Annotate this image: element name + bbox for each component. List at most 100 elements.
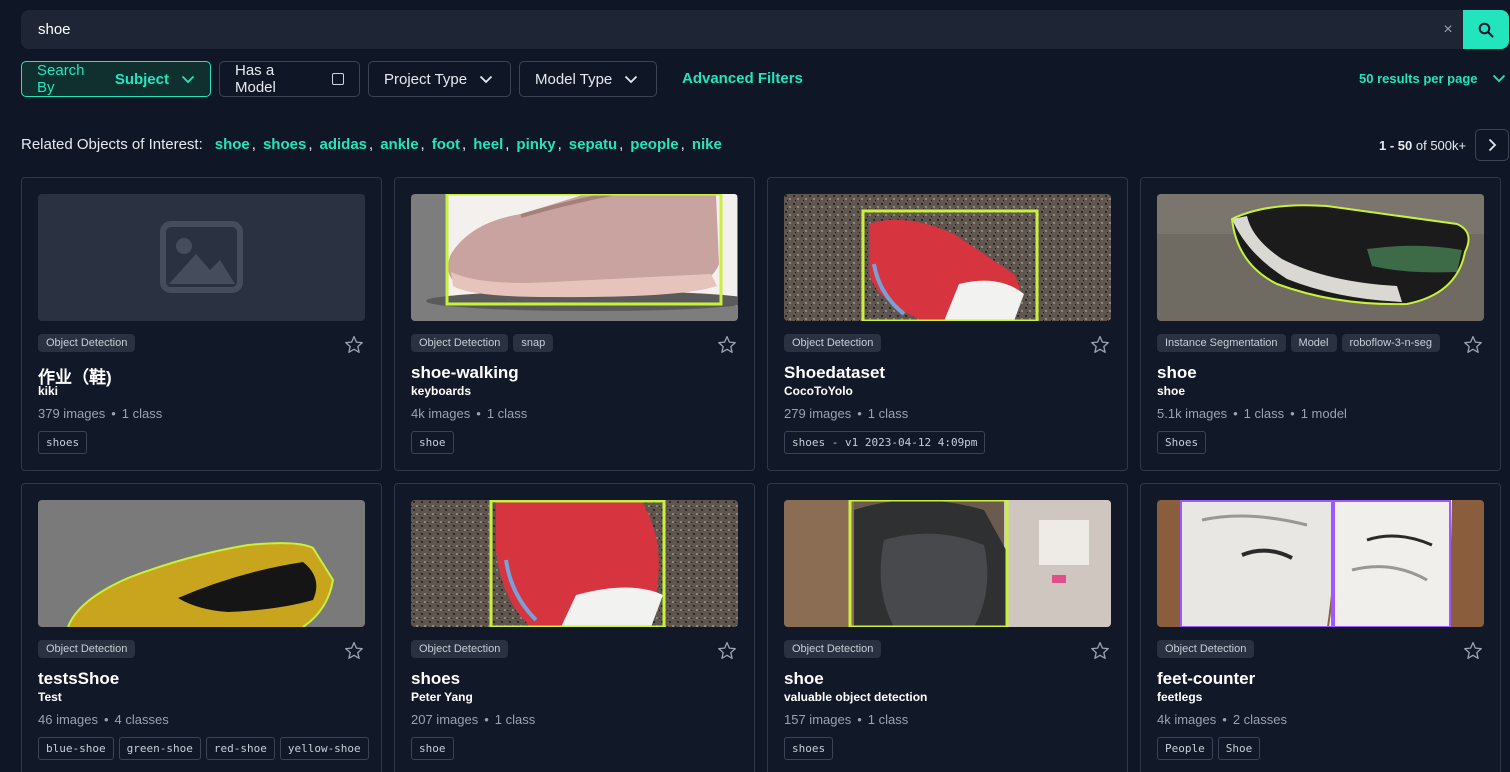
related-link[interactable]: pinky [516,136,555,153]
has-model-checkbox[interactable] [332,73,344,85]
card-badges: Object Detection [38,334,136,352]
project-title[interactable]: shoes [411,669,460,689]
image-count: 5.1k images [1157,406,1228,421]
search-by-dropdown[interactable]: Search By Subject [21,61,211,97]
project-card[interactable]: Object Detection testsShoe Test 46 image… [21,483,382,772]
project-owner[interactable]: feetlegs [1157,690,1202,704]
image-count: 4k images [1157,712,1217,727]
project-owner[interactable]: kiki [38,384,58,398]
has-model-filter[interactable]: Has a Model [219,61,360,97]
star-icon[interactable] [344,335,364,354]
search-bar: × [21,10,1509,49]
star-icon[interactable] [344,641,364,660]
class-tag: Shoes [1157,431,1207,454]
project-title[interactable]: Shoedataset [784,363,885,383]
project-type-badge: Object Detection [784,640,882,658]
related-link[interactable]: heel [473,136,503,153]
related-objects: Related Objects of Interest: shoe, shoes… [21,136,722,153]
project-title[interactable]: shoe [1157,363,1197,383]
related-link[interactable]: nike [692,136,722,153]
project-owner[interactable]: keyboards [411,384,471,398]
related-link[interactable]: adidas [319,136,367,153]
results-per-page-dropdown[interactable]: 50 results per page [1359,71,1506,86]
project-type-badge: Instance Segmentation [1157,334,1286,352]
card-badges: Object Detection [1157,640,1255,658]
card-tags: Shoes [1157,431,1207,454]
card-tags: shoes [784,737,834,760]
class-count: 1 class [867,406,909,421]
class-count: 1 class [1243,406,1285,421]
project-thumbnail [1157,194,1484,321]
close-icon: × [1443,20,1453,38]
card-badges: Object Detection [784,334,882,352]
project-owner[interactable]: shoe [1157,384,1185,398]
chevron-right-icon [1488,138,1496,152]
image-count: 279 images [784,406,852,421]
star-icon[interactable] [717,641,737,660]
image-count: 4k images [411,406,471,421]
star-icon[interactable] [1090,641,1110,660]
project-card[interactable]: Object Detection snap shoe-walking keybo… [394,177,755,471]
card-badges: Object Detection [38,640,136,658]
project-type-label: Project Type [384,70,468,88]
class-count: 1 class [486,406,528,421]
pagination-range-value: 1 - 50 [1379,138,1413,153]
project-type-badge: Object Detection [1157,640,1255,658]
project-stats: 379 images • 1 class [38,406,163,421]
card-badges: Object Detection snap [411,334,554,352]
class-count: 1 class [867,712,909,727]
related-link[interactable]: ankle [380,136,418,153]
project-owner[interactable]: Test [38,690,62,704]
card-tags: People Shoe [1157,737,1261,760]
advanced-filters-link[interactable]: Advanced Filters [682,70,803,87]
project-stats: 4k images • 2 classes [1157,712,1288,727]
project-card[interactable]: Object Detection 作业（鞋) kiki 379 images • 1… [21,177,382,471]
class-count: 1 class [494,712,536,727]
related-link[interactable]: shoe [215,136,250,153]
has-model-label: Has a Model [235,62,276,96]
model-type-dropdown[interactable]: Model Type [519,61,657,97]
related-link[interactable]: foot [432,136,460,153]
star-icon[interactable] [717,335,737,354]
chevron-down-icon [624,75,638,84]
project-owner[interactable]: Peter Yang [411,690,473,704]
project-title[interactable]: shoe [784,669,824,689]
search-by-label: Search By [37,62,85,96]
image-count: 46 images [38,712,98,727]
search-input[interactable] [21,10,1421,49]
search-by-value: Subject [114,70,169,88]
project-thumbnail [38,500,365,627]
project-stats: 279 images • 1 class [784,406,909,421]
next-page-button[interactable] [1475,129,1509,161]
star-icon[interactable] [1090,335,1110,354]
project-card[interactable]: Instance Segmentation Model roboflow-3-n… [1140,177,1501,471]
project-type-dropdown[interactable]: Project Type [368,61,511,97]
related-link[interactable]: shoes [263,136,306,153]
project-card[interactable]: Object Detection shoes Peter Yang 207 im… [394,483,755,772]
search-icon [1478,22,1494,37]
project-type-badge: Object Detection [411,640,509,658]
star-icon[interactable] [1463,641,1483,660]
project-card[interactable]: Object Detection feet-counter feetlegs 4… [1140,483,1501,772]
clear-search-button[interactable]: × [1433,10,1463,49]
card-tags: shoes - v1 2023-04-12 4:09pm [784,431,986,454]
card-badges: Object Detection [411,640,509,658]
project-title[interactable]: testsShoe [38,669,119,689]
project-card[interactable]: Object Detection Shoedataset CocoToYolo … [767,177,1128,471]
project-owner[interactable]: CocoToYolo [784,384,853,398]
related-link[interactable]: people [630,136,678,153]
project-owner[interactable]: valuable object detection [784,690,927,704]
star-icon[interactable] [1463,335,1483,354]
class-count: 2 classes [1232,712,1288,727]
project-title[interactable]: feet-counter [1157,669,1255,689]
results-per-page-label: 50 results per page [1359,71,1478,86]
project-type-badge: Object Detection [411,334,509,352]
search-button[interactable] [1463,10,1509,49]
project-thumbnail [784,500,1111,627]
model-type-label: Model Type [535,70,613,88]
chevron-down-icon [181,75,195,84]
pagination-total: of 500k+ [1415,138,1467,153]
project-title[interactable]: shoe-walking [411,363,519,383]
project-card[interactable]: Object Detection shoe valuable object de… [767,483,1128,772]
related-link[interactable]: sepatu [569,136,617,153]
